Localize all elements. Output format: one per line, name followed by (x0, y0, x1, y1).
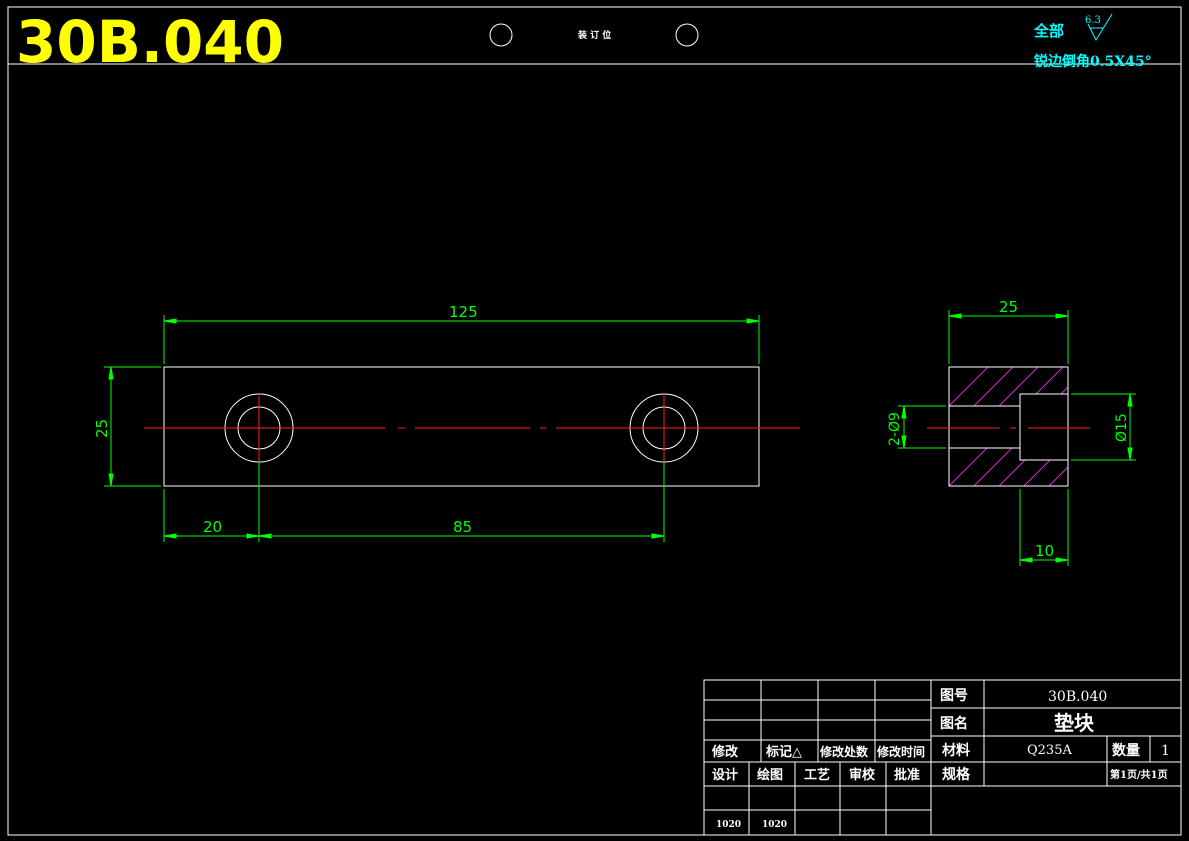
dim-width-25: 25 (999, 298, 1018, 316)
sign-value-draw: 1020 (762, 820, 787, 830)
label-quantity: 数量 (1112, 742, 1140, 759)
label-material: 材料 (942, 742, 970, 759)
front-view: 125 25 20 85 (93, 303, 800, 542)
front-center-lines (144, 396, 800, 462)
rev-header-modify: 修改 (711, 744, 739, 760)
dim-height-25: 25 (93, 419, 111, 438)
rev-header-time: 修改时间 (876, 744, 925, 759)
roughness-value: 6.3 (1085, 15, 1101, 26)
front-outline (163, 366, 760, 487)
label-drawing-no: 图号 (940, 688, 968, 704)
drawing-sheet: 30B.040 装 订 位 全部 6.3 锐边倒角0.5X45° 125 25 … (7, 6, 1182, 836)
chamfer-note: 锐边倒角0.5X45° (1034, 53, 1152, 70)
binding-label: 装 订 位 (577, 29, 611, 41)
dim-counterbore-d15: Ø15 (1114, 413, 1130, 442)
material: Q235A (1027, 743, 1072, 758)
part-name: 垫块 (1054, 711, 1095, 735)
dim-offset-20: 20 (203, 518, 222, 536)
label-spec: 规格 (942, 766, 971, 783)
sign-header-draw: 绘图 (757, 767, 783, 783)
binding-hole-left (489, 23, 513, 47)
surface-prefix: 全部 (1033, 22, 1064, 40)
title-block-text: 图号 30B.040 图名 垫块 材料 Q235A 数量 1 规格 第1页/共1… (711, 688, 1170, 830)
side-section-view: 25 2-Ø9 Ø15 10 (887, 298, 1136, 566)
dim-spacing-85: 85 (453, 518, 472, 536)
sign-header-design: 设计 (712, 767, 738, 783)
rev-header-count: 修改处数 (819, 744, 869, 759)
sign-header-review: 审校 (849, 767, 876, 783)
rev-header-mark: 标记△ (765, 744, 802, 760)
label-part-name: 图名 (940, 715, 968, 732)
drawing-no: 30B.040 (1048, 689, 1107, 705)
sign-header-approve: 批准 (894, 767, 920, 783)
dim-hole-2xd9: 2-Ø9 (887, 412, 903, 446)
dim-length-125: 125 (449, 303, 478, 321)
dim-depth-10: 10 (1035, 542, 1054, 560)
sign-header-process: 工艺 (804, 767, 830, 783)
sign-value-design: 1020 (716, 820, 741, 830)
drawing-code-large: 30B.040 (16, 8, 284, 76)
sheet-number: 第1页/共1页 (1110, 768, 1168, 781)
binding-hole-right (675, 23, 699, 47)
quantity: 1 (1161, 743, 1170, 759)
